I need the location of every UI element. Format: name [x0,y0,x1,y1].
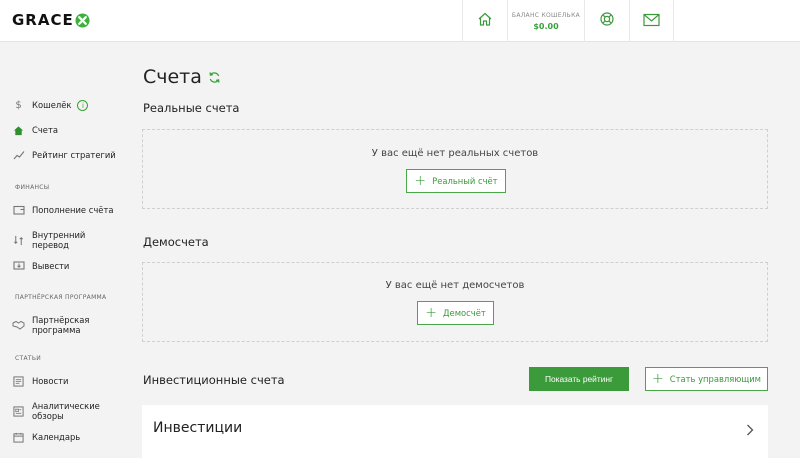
document-icon [12,405,25,417]
mail-icon [643,12,660,31]
sidebar-item-strategy-rating[interactable]: Рейтинг стратегий [12,150,116,160]
investments-card[interactable]: Инвестиции [142,405,768,458]
demo-accounts-empty-message: У вас ещё нет демосчетов [385,280,525,291]
transfer-icon [12,235,25,246]
sidebar-item-label: Вывести [32,261,70,271]
home-icon [477,11,493,31]
become-manager-button[interactable]: + Стать управляющим [645,367,768,391]
plus-icon: + [425,305,437,321]
wallet-icon [12,205,25,215]
info-icon[interactable]: i [77,100,89,111]
real-accounts-heading: Реальные счета [143,101,240,115]
logo-x-icon [75,12,90,28]
sidebar-item-label: Календарь [32,432,81,443]
sidebar-item-accounts[interactable]: Счета [12,125,58,136]
show-rating-button[interactable]: Показать рейтинг [529,367,629,391]
logo[interactable]: GRACE [12,11,90,29]
sidebar-item-label: Внутренний перевод [32,230,86,251]
plus-icon: + [652,371,664,387]
real-accounts-empty-message: У вас ещё нет реальных счетов [371,148,539,159]
balance-label: БАЛАНС КОШЕЛЬКА [511,11,581,19]
sidebar-item-label: Новости [32,376,69,387]
sidebar-item-wallet[interactable]: $ Кошелёк i [12,100,89,111]
plus-icon: + [414,173,427,189]
logo-text: GRACE [12,11,74,29]
add-demo-account-label: Демосчёт [443,308,486,318]
sidebar-item-label: Партнёрская программа [32,315,90,336]
home-icon [12,125,25,136]
newspaper-icon [12,376,25,387]
sidebar-item-label: Кошелёк [32,100,72,111]
sidebar-item-news[interactable]: Новости [12,376,68,387]
calendar-icon [12,432,25,443]
sidebar-item-internal-transfer[interactable]: Внутренний перевод [12,230,92,250]
add-demo-account-button[interactable]: + Демосчёт [417,301,494,325]
handshake-icon [12,320,25,330]
chevron-right-icon [746,421,754,440]
sidebar-item-withdraw[interactable]: Вывести [12,261,69,271]
sidebar-item-label: Счета [32,125,58,136]
sidebar-item-label: Аналитические обзоры [32,401,100,422]
demo-accounts-heading: Демосчета [143,235,209,249]
real-accounts-empty-box: У вас ещё нет реальных счетов + Реальный… [142,129,768,209]
add-real-account-label: Реальный счёт [432,176,498,186]
sidebar-item-analytics[interactable]: Аналитические обзоры [12,401,100,422]
demo-accounts-empty-box: У вас ещё нет демосчетов + Демосчёт [142,262,768,342]
sidebar-item-deposit[interactable]: Пополнение счёта [12,205,113,215]
investments-card-title: Инвестиции [153,420,243,436]
wallet-balance[interactable]: БАЛАНС КОШЕЛЬКА $0.00 [507,0,584,42]
sidebar-item-partner-program[interactable]: Партнёрская программа [12,315,92,335]
sidebar-item-label: Рейтинг стратегий [32,150,116,160]
messages-button[interactable] [629,0,674,42]
sidebar-section-partner: ПАРТНЁРСКАЯ ПРОГРАММА [15,294,107,301]
page-title: Счета [143,66,221,88]
sidebar-item-label: Пополнение счёта [32,205,114,215]
become-manager-label: Стать управляющим [669,374,761,384]
sidebar-item-calendar[interactable]: Календарь [12,432,80,443]
add-real-account-button[interactable]: + Реальный счёт [406,169,506,193]
trend-icon [12,150,25,160]
refresh-icon[interactable] [208,71,221,84]
dollar-icon: $ [15,100,22,111]
sidebar: $ Кошелёк i Счета Рейтинг стратегий ФИНА… [0,42,120,458]
support-button[interactable] [584,0,629,42]
top-header: GRACE БАЛАНС КОШЕЛЬКА $0.00 [0,0,800,42]
investment-accounts-heading: Инвестиционные счета [143,373,285,387]
home-button[interactable] [462,0,507,42]
page-title-text: Счета [143,66,202,88]
lifebuoy-icon [599,11,615,31]
balance-value: $0.00 [533,21,559,31]
sidebar-section-articles: СТАТЬИ [15,355,42,362]
sidebar-section-finance: ФИНАНСЫ [15,184,50,191]
monitor-download-icon [12,261,25,271]
